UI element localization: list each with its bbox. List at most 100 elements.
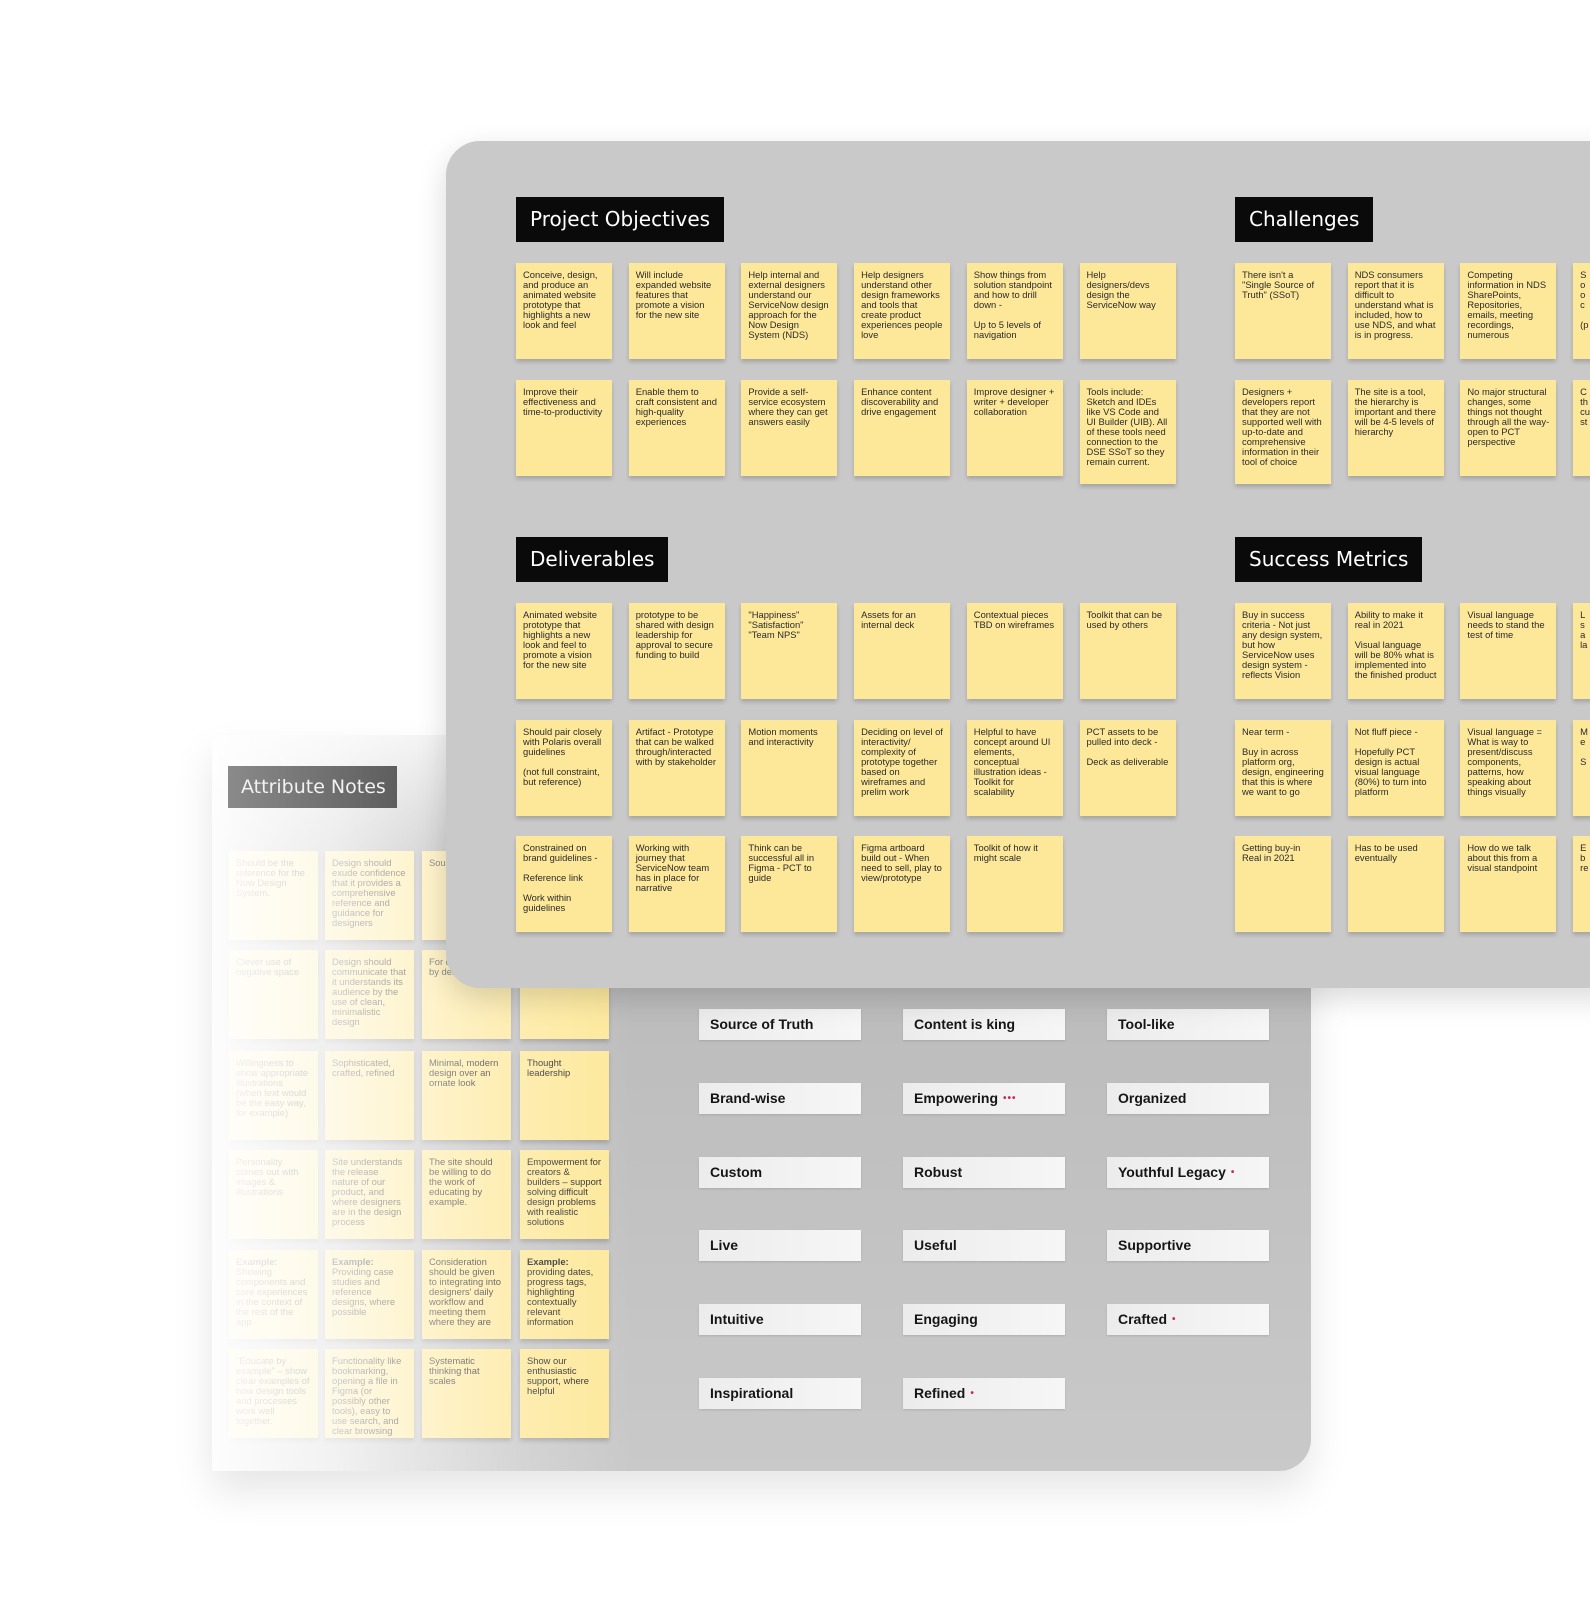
attribute-label[interactable]: Custom (699, 1157, 861, 1188)
sticky-note[interactable]: Has to be used eventually (1347, 836, 1444, 933)
attribute-label[interactable]: Crafted • (1107, 1304, 1269, 1335)
attribute-label[interactable]: Youthful Legacy • (1107, 1157, 1269, 1188)
sticky-note[interactable]: C th cu st (1573, 379, 1590, 476)
attribute-note-sticky[interactable]: Site understands the release nature of o… (325, 1150, 414, 1239)
attribute-note-sticky[interactable]: Willingness to show appropriate illustra… (229, 1051, 318, 1140)
sticky-note[interactable]: Show things from solution standpoint and… (966, 263, 1063, 359)
attribute-note-sticky[interactable]: Should be the reference for the Now Desi… (229, 851, 318, 940)
attribute-note-sticky[interactable]: Minimal, modern design over an ornate lo… (422, 1051, 511, 1140)
sticky-note[interactable]: NDS consumers report that it is difficul… (1347, 263, 1444, 359)
sticky-note[interactable]: Animated website prototype that highligh… (516, 603, 612, 699)
attribute-label[interactable]: Organized (1107, 1083, 1269, 1114)
sticky-note[interactable]: Visual language needs to stand the test … (1460, 603, 1557, 699)
sticky-note[interactable]: The site is a tool, the hierarchy is imp… (1347, 379, 1444, 476)
attribute-label-text: Crafted (1118, 1311, 1168, 1327)
attribute-note-sticky[interactable]: Design should exude confidence that it p… (325, 851, 414, 940)
sticky-note[interactable]: Visual language = What is way to present… (1460, 719, 1557, 816)
sticky-note[interactable]: L s a la (1573, 603, 1590, 699)
sticky-note[interactable]: Enable them to craft consistent and high… (628, 379, 725, 476)
sticky-note[interactable]: Ability to make it real in 2021 Visual l… (1347, 603, 1444, 699)
attribute-note-sticky[interactable]: Design should communicate that it unders… (325, 950, 414, 1039)
sticky-note[interactable]: Near term - Buy in across platform org, … (1235, 719, 1331, 816)
attribute-note-sticky[interactable]: Systematic thinking that scales (422, 1349, 511, 1438)
attribute-label[interactable]: Intuitive (699, 1304, 861, 1335)
attribute-note-sticky[interactable]: Example: providing dates, progress tags,… (520, 1250, 609, 1339)
sticky-note[interactable]: Think can be successful all in Figma - P… (741, 836, 838, 933)
attribute-label[interactable]: Robust (903, 1157, 1065, 1188)
section-title-success-metrics: Success Metrics (1235, 537, 1423, 582)
attribute-label-text: Source of Truth (710, 1016, 814, 1032)
attribute-note-sticky[interactable]: Empowerment for creators & builders – su… (520, 1150, 609, 1239)
attribute-label-text: Custom (710, 1164, 763, 1180)
attribute-label[interactable]: Source of Truth (699, 1009, 861, 1040)
sticky-note[interactable]: Buy in success criteria - Not just any d… (1235, 603, 1331, 699)
sticky-note[interactable]: Should pair closely with Polaris overall… (516, 719, 612, 816)
attribute-label-text: Brand-wise (710, 1090, 786, 1106)
attribute-label[interactable]: Tool-like (1107, 1009, 1269, 1040)
attribute-label[interactable]: Live (699, 1230, 861, 1261)
attribute-note-sticky[interactable]: Example: Providing case studies and refe… (325, 1250, 414, 1339)
attribute-label[interactable]: Supportive (1107, 1230, 1269, 1261)
sticky-note[interactable]: Deciding on level of interactivity/ comp… (854, 719, 951, 816)
attribute-note-sticky[interactable]: Example: Showing components and core exp… (229, 1250, 318, 1339)
sticky-note[interactable]: M e S (1573, 719, 1590, 816)
attribute-note-sticky[interactable]: Thought leadership (520, 1051, 609, 1140)
sticky-note[interactable]: Conceive, design, and produce an animate… (516, 263, 612, 359)
sticky-note[interactable]: Help designers understand other design f… (854, 263, 951, 359)
sticky-note[interactable]: Helpful to have concept around UI elemen… (966, 719, 1063, 816)
attribute-label[interactable]: Brand-wise (699, 1083, 861, 1114)
sticky-note[interactable]: prototype to be shared with design leade… (628, 603, 725, 699)
attribute-label[interactable]: Inspirational (699, 1378, 861, 1409)
attribute-label-text: Inspirational (710, 1385, 794, 1401)
sticky-note[interactable]: Assets for an internal deck (854, 603, 951, 699)
sticky-note[interactable]: Constrained on brand guidelines - Refere… (516, 836, 612, 933)
sticky-note[interactable]: Competing information in NDS SharePoints… (1460, 263, 1557, 359)
attribute-label[interactable]: Refined • (903, 1378, 1065, 1409)
sticky-note[interactable]: Improve designer + writer + developer co… (966, 379, 1063, 476)
attribute-note-sticky[interactable]: Clever use of negative space (229, 950, 318, 1039)
sticky-note[interactable]: There isn't a "Single Source of Truth" (… (1235, 263, 1331, 359)
sticky-note[interactable]: Designers + developers report that they … (1235, 379, 1331, 484)
attribute-note-sticky[interactable]: Show our enthusiastic support, where hel… (520, 1349, 609, 1438)
sticky-note[interactable]: S o o c (p (1573, 263, 1590, 359)
sticky-note[interactable]: Contextual pieces TBD on wireframes (966, 603, 1063, 699)
sticky-note[interactable]: Getting buy-in Real in 2021 (1235, 836, 1331, 933)
sticky-note[interactable]: No major structural changes, some things… (1460, 379, 1557, 476)
attribute-label[interactable]: Empowering ••• (903, 1083, 1065, 1114)
attribute-label[interactable]: Engaging (903, 1304, 1065, 1335)
attribute-note-sticky[interactable]: Consideration should be given to integra… (422, 1250, 511, 1339)
sticky-note[interactable]: How do we talk about this from a visual … (1460, 836, 1557, 933)
attribute-label-text: Engaging (914, 1311, 978, 1327)
attribute-label-text: Youthful Legacy (1118, 1164, 1226, 1180)
sticky-note[interactable]: Help internal and external designers und… (741, 263, 838, 359)
priority-mark: ••• (1003, 1093, 1017, 1104)
attribute-label-text: Content is king (914, 1016, 1016, 1032)
project-board: Project Objectives Conceive, design, and … (446, 141, 1590, 988)
attribute-note-sticky[interactable]: The site should be willing to do the wor… (422, 1150, 511, 1239)
attribute-label-text: Robust (914, 1164, 963, 1180)
sticky-note[interactable]: Improve their effectiveness and time-to-… (516, 379, 612, 476)
sticky-note[interactable]: Toolkit that can be used by others (1079, 603, 1176, 699)
sticky-note[interactable]: Enhance content discoverability and driv… (854, 379, 951, 476)
sticky-note[interactable]: Working with journey that ServiceNow tea… (628, 836, 725, 933)
sticky-note[interactable]: Toolkit of how it might scale (966, 836, 1063, 933)
sticky-note[interactable]: Help designers/devs design the ServiceNo… (1079, 263, 1176, 359)
sticky-note[interactable]: Provide a self-service ecosystem where t… (741, 379, 838, 476)
attribute-note-sticky[interactable]: Sophisticated, crafted, refined (325, 1051, 414, 1140)
attribute-note-sticky[interactable]: "Educate by example" – show clear exampl… (229, 1349, 318, 1438)
sticky-note[interactable]: Figma artboard build out - When need to … (854, 836, 951, 933)
sticky-note[interactable]: Motion moments and interactivity (741, 719, 838, 816)
sticky-note[interactable]: "Happiness" "Satisfaction" "Team NPS" (741, 603, 838, 699)
attribute-note-sticky[interactable]: Personality comes out with images & illu… (229, 1150, 318, 1239)
attribute-label-text: Organized (1118, 1090, 1187, 1106)
sticky-note[interactable]: Will include expanded website features t… (628, 263, 725, 359)
sticky-note[interactable]: PCT assets to be pulled into deck - Deck… (1079, 719, 1176, 816)
sticky-note[interactable]: Tools include: Sketch and IDEs like VS C… (1079, 379, 1176, 484)
attribute-label[interactable]: Useful (903, 1230, 1065, 1261)
sticky-note[interactable]: Artifact - Prototype that can be walked … (628, 719, 725, 816)
sticky-note[interactable]: E b re (1573, 836, 1590, 933)
attribute-label-text: Live (710, 1237, 739, 1253)
sticky-note[interactable]: Not fluff piece - Hopefully PCT design i… (1347, 719, 1444, 816)
attribute-note-sticky[interactable]: Functionality like bookmarking, opening … (325, 1349, 414, 1438)
attribute-label[interactable]: Content is king (903, 1009, 1065, 1040)
